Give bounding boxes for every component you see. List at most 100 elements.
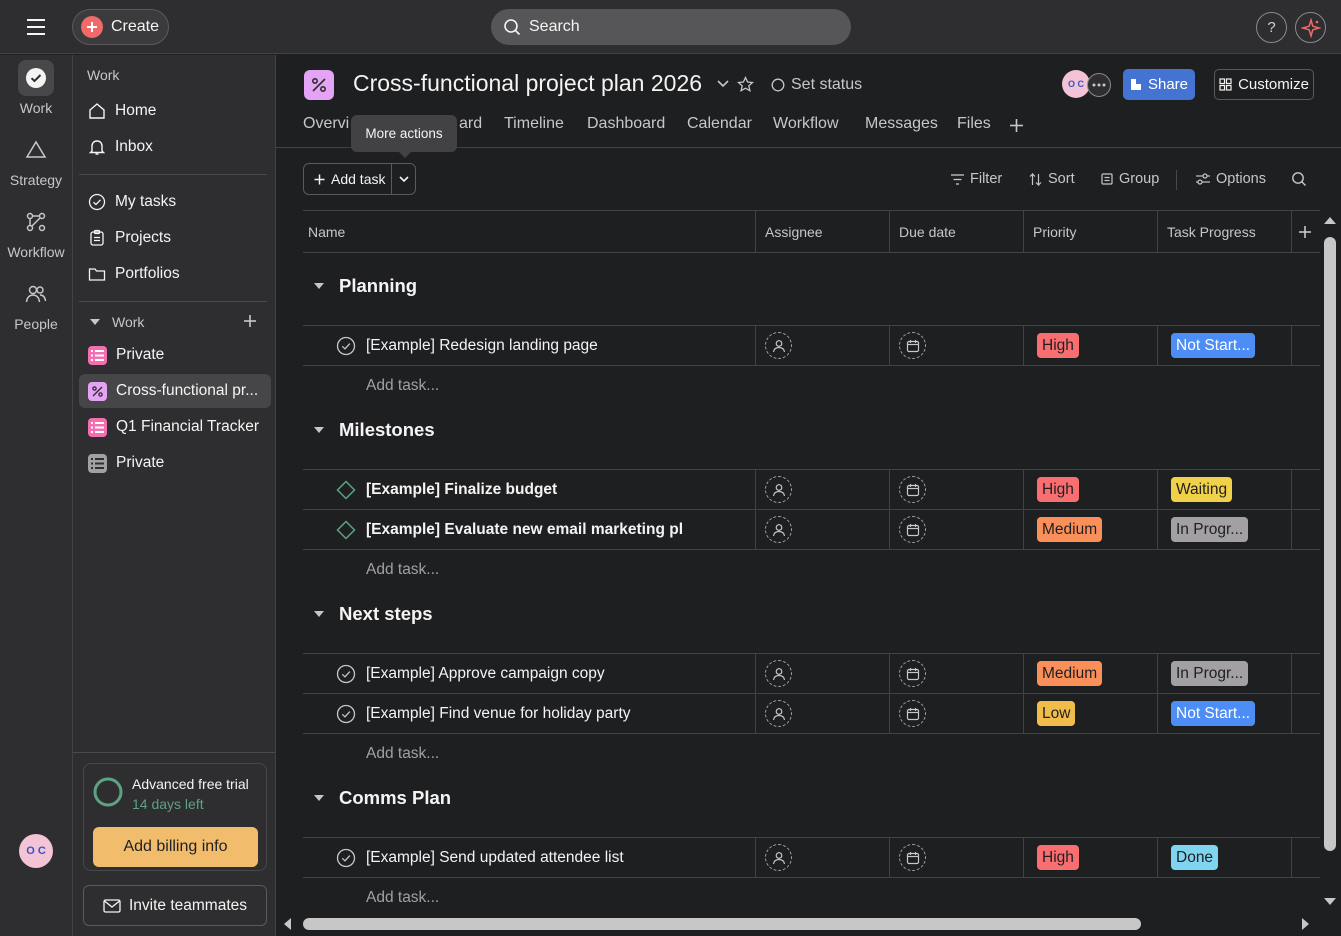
task-name-cell[interactable]: [Example] Send updated attendee list xyxy=(303,838,755,877)
calendar-icon[interactable] xyxy=(899,660,926,687)
sidebar-section-work[interactable]: Work xyxy=(89,314,144,330)
column-header-priority[interactable]: Priority xyxy=(1023,211,1157,252)
due-date-cell[interactable] xyxy=(889,326,1023,365)
assignee-user-icon[interactable] xyxy=(765,476,792,503)
milestone-diamond-icon[interactable] xyxy=(336,479,356,500)
due-date-cell[interactable] xyxy=(889,510,1023,549)
vertical-scrollbar-thumb[interactable] xyxy=(1324,237,1336,851)
section-header[interactable]: Comms Plan xyxy=(303,787,451,809)
project-title[interactable]: Cross-functional project plan 2026 xyxy=(353,70,702,97)
due-date-cell[interactable] xyxy=(889,470,1023,509)
group-button[interactable]: Group xyxy=(1101,171,1159,187)
filter-button[interactable]: Filter xyxy=(951,171,1002,187)
favorite-star-icon[interactable] xyxy=(737,76,754,93)
due-date-cell[interactable] xyxy=(889,654,1023,693)
rail-item-work[interactable]: Work xyxy=(0,60,72,116)
priority-cell[interactable]: Low xyxy=(1023,694,1157,733)
column-header-due-date[interactable]: Due date xyxy=(889,211,1023,252)
calendar-icon[interactable] xyxy=(899,700,926,727)
sidebar-item-projects[interactable]: Projects xyxy=(79,221,271,255)
due-date-cell[interactable] xyxy=(889,694,1023,733)
complete-check-icon[interactable] xyxy=(336,336,356,356)
caret-down-icon[interactable] xyxy=(303,282,325,290)
tab-board[interactable]: ard xyxy=(459,115,482,133)
section-header[interactable]: Planning xyxy=(303,275,417,297)
progress-cell[interactable]: Done xyxy=(1157,838,1291,877)
add-column-plus-icon[interactable] xyxy=(1291,211,1320,252)
progress-cell[interactable]: In Progr... xyxy=(1157,510,1291,549)
complete-check-icon[interactable] xyxy=(336,704,356,724)
priority-cell[interactable]: Medium xyxy=(1023,510,1157,549)
assignee-cell[interactable] xyxy=(755,694,889,733)
table-row[interactable]: [Example] Evaluate new email marketing p… xyxy=(303,509,1320,550)
search-input[interactable]: Search xyxy=(491,9,851,45)
priority-cell[interactable]: Medium xyxy=(1023,654,1157,693)
rail-item-strategy[interactable]: Strategy xyxy=(0,132,72,188)
caret-down-icon[interactable] xyxy=(303,610,325,618)
calendar-icon[interactable] xyxy=(899,332,926,359)
sidebar-project-q1-financial-tracker[interactable]: Q1 Financial Tracker xyxy=(79,410,271,444)
scroll-down-arrow-icon[interactable] xyxy=(1323,897,1337,907)
hamburger-menu-icon[interactable] xyxy=(18,14,54,40)
calendar-icon[interactable] xyxy=(899,516,926,543)
assignee-user-icon[interactable] xyxy=(765,700,792,727)
progress-cell[interactable]: Waiting xyxy=(1157,470,1291,509)
priority-cell[interactable]: High xyxy=(1023,470,1157,509)
due-date-cell[interactable] xyxy=(889,838,1023,877)
progress-cell[interactable]: Not Start... xyxy=(1157,326,1291,365)
invite-teammates-button[interactable]: Invite teammates xyxy=(83,885,267,926)
set-status-button[interactable]: Set status xyxy=(771,76,862,94)
tab-workflow[interactable]: Workflow xyxy=(773,115,839,133)
add-task-button[interactable]: Add task xyxy=(304,164,392,194)
task-name-cell[interactable]: [Example] Find venue for holiday party xyxy=(303,694,755,733)
column-header-task-progress[interactable]: Task Progress xyxy=(1157,211,1291,252)
user-avatar[interactable]: O C xyxy=(19,834,53,868)
scroll-left-arrow-icon[interactable] xyxy=(282,917,292,931)
assignee-cell[interactable] xyxy=(755,326,889,365)
assignee-cell[interactable] xyxy=(755,654,889,693)
table-row[interactable]: [Example] Approve campaign copy Medium In … xyxy=(303,653,1320,694)
sidebar-project-cross-functional[interactable]: Cross-functional pr... xyxy=(79,374,271,408)
scroll-right-arrow-icon[interactable] xyxy=(1301,917,1311,931)
add-task-row[interactable]: Add task... xyxy=(366,377,439,395)
priority-cell[interactable]: High xyxy=(1023,326,1157,365)
ai-sparkle-button[interactable] xyxy=(1295,12,1326,43)
assignee-user-icon[interactable] xyxy=(765,516,792,543)
tab-messages[interactable]: Messages xyxy=(865,115,938,133)
task-name-cell[interactable]: [Example] Redesign landing page xyxy=(303,326,755,365)
priority-cell[interactable]: High xyxy=(1023,838,1157,877)
help-button[interactable]: ? xyxy=(1256,12,1287,43)
create-button[interactable]: Create xyxy=(72,9,169,45)
column-header-name[interactable]: Name xyxy=(303,211,755,252)
assignee-cell[interactable] xyxy=(755,470,889,509)
calendar-icon[interactable] xyxy=(899,476,926,503)
add-task-row[interactable]: Add task... xyxy=(366,889,439,907)
table-row[interactable]: [Example] Redesign landing page High Not S… xyxy=(303,325,1320,366)
task-name-cell[interactable]: [Example] Approve campaign copy xyxy=(303,654,755,693)
sidebar-item-home[interactable]: Home xyxy=(79,94,271,128)
add-task-row[interactable]: Add task... xyxy=(366,561,439,579)
sidebar-item-inbox[interactable]: Inbox xyxy=(79,130,271,164)
assignee-user-icon[interactable] xyxy=(765,332,792,359)
sidebar-item-my-tasks[interactable]: My tasks xyxy=(79,185,271,219)
task-name-cell[interactable]: [Example] Evaluate new email marketing p… xyxy=(303,510,755,549)
assignee-cell[interactable] xyxy=(755,838,889,877)
add-task-row[interactable]: Add task... xyxy=(366,745,439,763)
rail-item-workflow[interactable]: Workflow xyxy=(0,204,72,260)
member-avatar[interactable]: O C xyxy=(1062,70,1090,98)
add-tab-plus-icon[interactable] xyxy=(1009,118,1024,133)
project-menu-chevron-down-icon[interactable] xyxy=(716,79,730,89)
complete-check-icon[interactable] xyxy=(336,848,356,868)
milestone-diamond-icon[interactable] xyxy=(336,519,356,540)
table-row[interactable]: [Example] Find venue for holiday party Lo… xyxy=(303,693,1320,734)
progress-cell[interactable]: Not Start... xyxy=(1157,694,1291,733)
rail-item-people[interactable]: People xyxy=(0,276,72,332)
tab-timeline[interactable]: Timeline xyxy=(504,115,564,133)
table-row[interactable]: [Example] Send updated attendee list High… xyxy=(303,837,1320,878)
scroll-up-arrow-icon[interactable] xyxy=(1323,215,1337,225)
more-members-icon[interactable] xyxy=(1087,73,1111,97)
options-button[interactable]: Options xyxy=(1196,171,1266,187)
add-billing-info-button[interactable]: Add billing info xyxy=(93,827,258,867)
assignee-cell[interactable] xyxy=(755,510,889,549)
section-header[interactable]: Next steps xyxy=(303,603,433,625)
